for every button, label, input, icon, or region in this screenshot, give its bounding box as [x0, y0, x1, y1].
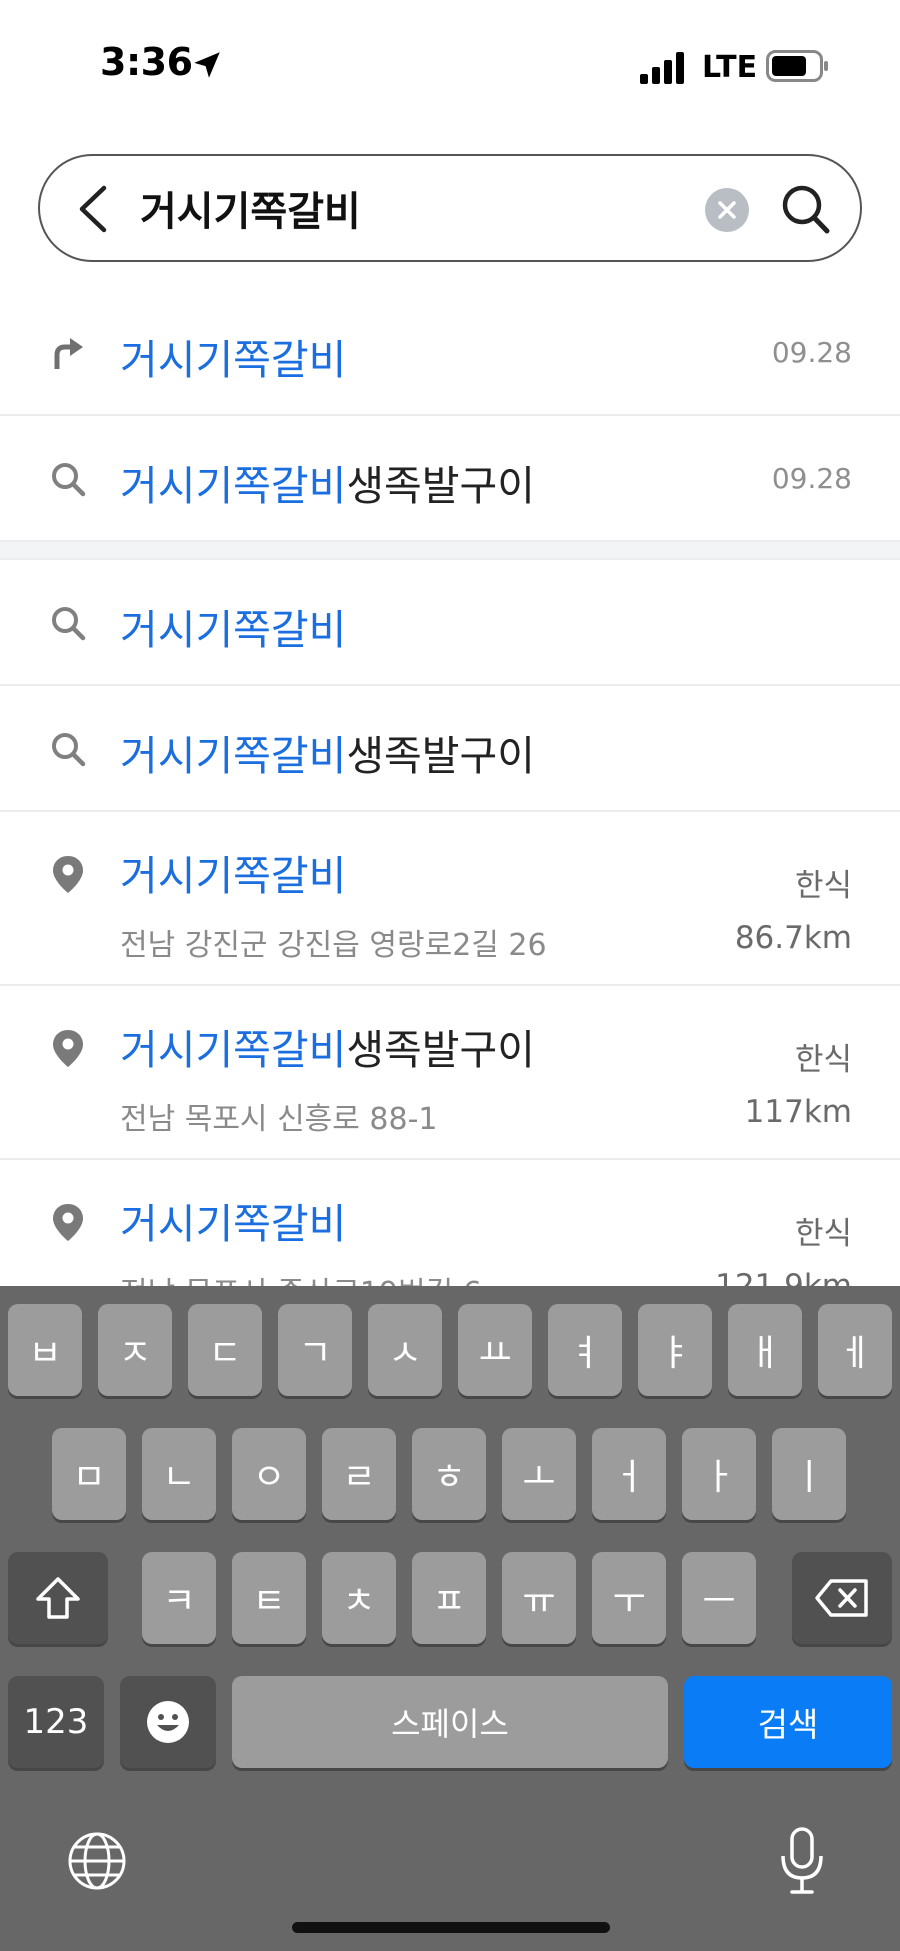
place-distance: 86.7km	[734, 920, 852, 956]
search-bar	[38, 154, 862, 262]
results-list: 거시기쪽갈비 09.28 거시기쪽갈비생족발구이 09.28 거시기쪽갈비 거시…	[0, 290, 900, 1334]
suggestion-title: 거시기쪽갈비	[120, 606, 347, 654]
shift-icon	[36, 1577, 80, 1619]
status-bar: 3:36 LTE	[0, 0, 900, 130]
key[interactable]: ㅎ	[412, 1428, 486, 1520]
key[interactable]: ㅂ	[8, 1304, 82, 1396]
suggestion-item[interactable]: 거시기쪽갈비	[0, 560, 900, 686]
key[interactable]: ㅏ	[682, 1428, 756, 1520]
backspace-icon	[815, 1579, 868, 1617]
place-category: 한식	[794, 1042, 852, 1078]
backspace-key[interactable]	[792, 1552, 892, 1644]
search-icon	[52, 463, 86, 497]
key[interactable]: ㄱ	[278, 1304, 352, 1396]
map-pin-icon	[53, 856, 83, 893]
key[interactable]: ㅌ	[232, 1552, 306, 1644]
search-icon	[52, 733, 86, 767]
emoji-icon	[147, 1701, 189, 1743]
key[interactable]: ㅡ	[682, 1552, 756, 1644]
place-address: 전남 목포시 신흥로 88-1	[120, 1102, 438, 1137]
network-type: LTE	[702, 50, 758, 85]
globe-icon[interactable]	[66, 1830, 128, 1892]
recent-title: 거시기쪽갈비	[120, 336, 347, 384]
back-chevron-icon[interactable]	[74, 184, 114, 234]
location-arrow-icon	[194, 52, 220, 78]
map-pin-icon	[53, 1030, 83, 1067]
search-return-key[interactable]: 검색	[684, 1676, 892, 1768]
home-indicator	[292, 1922, 610, 1933]
key[interactable]: ㅊ	[322, 1552, 396, 1644]
place-name: 거시기쪽갈비생족발구이	[120, 1026, 535, 1074]
place-category: 한식	[794, 1216, 852, 1252]
turn-right-arrow-icon	[54, 338, 83, 369]
key[interactable]: ㄴ	[142, 1428, 216, 1520]
recent-date: 09.28	[771, 336, 852, 369]
place-item[interactable]: 거시기쪽갈비생족발구이 전남 목포시 신흥로 88-1 한식 117km	[0, 986, 900, 1160]
recent-title: 거시기쪽갈비생족발구이	[120, 462, 535, 510]
place-name: 거시기쪽갈비	[120, 852, 347, 900]
key[interactable]: ㅇ	[232, 1428, 306, 1520]
key[interactable]: ㄷ	[188, 1304, 262, 1396]
recent-item[interactable]: 거시기쪽갈비 09.28	[0, 290, 900, 416]
space-key[interactable]: 스페이스	[232, 1676, 668, 1768]
status-time: 3:36	[100, 40, 193, 84]
section-divider	[0, 542, 900, 560]
map-pin-icon	[53, 1204, 83, 1241]
recent-date: 09.28	[771, 462, 852, 495]
key[interactable]: ㅛ	[458, 1304, 532, 1396]
place-distance: 117km	[744, 1094, 852, 1130]
key[interactable]: ㅠ	[502, 1552, 576, 1644]
key[interactable]: ㅓ	[592, 1428, 666, 1520]
keyboard: ㅂ ㅈ ㄷ ㄱ ㅅ ㅛ ㅕ ㅑ ㅐ ㅔ ㅁ ㄴ ㅇ ㄹ ㅎ ㅗ ㅓ ㅏ ㅣ ㅋ …	[0, 1286, 900, 1951]
key[interactable]: ㅗ	[502, 1428, 576, 1520]
numbers-key[interactable]: 123	[8, 1676, 104, 1768]
search-icon[interactable]	[780, 182, 832, 238]
key[interactable]: ㅍ	[412, 1552, 486, 1644]
place-item[interactable]: 거시기쪽갈비 전남 강진군 강진읍 영랑로2길 26 한식 86.7km	[0, 812, 900, 986]
search-input[interactable]	[140, 176, 700, 240]
clear-icon[interactable]	[705, 188, 749, 232]
battery-icon	[766, 50, 828, 82]
key[interactable]: ㅁ	[52, 1428, 126, 1520]
recent-item[interactable]: 거시기쪽갈비생족발구이 09.28	[0, 416, 900, 542]
cellular-signal-icon	[640, 52, 684, 84]
key[interactable]: ㅜ	[592, 1552, 666, 1644]
key[interactable]: ㅣ	[772, 1428, 846, 1520]
place-category: 한식	[794, 868, 852, 904]
suggestion-title: 거시기쪽갈비생족발구이	[120, 732, 535, 780]
emoji-key[interactable]	[120, 1676, 216, 1768]
shift-key[interactable]	[8, 1552, 108, 1644]
key[interactable]: ㅑ	[638, 1304, 712, 1396]
key[interactable]: ㅕ	[548, 1304, 622, 1396]
place-name: 거시기쪽갈비	[120, 1200, 347, 1248]
key[interactable]: ㅅ	[368, 1304, 442, 1396]
key[interactable]: ㅋ	[142, 1552, 216, 1644]
microphone-icon[interactable]	[778, 1826, 826, 1896]
key[interactable]: ㅔ	[818, 1304, 892, 1396]
key[interactable]: ㅐ	[728, 1304, 802, 1396]
suggestion-item[interactable]: 거시기쪽갈비생족발구이	[0, 686, 900, 812]
search-icon	[52, 607, 86, 641]
place-address: 전남 강진군 강진읍 영랑로2길 26	[120, 928, 547, 963]
key[interactable]: ㄹ	[322, 1428, 396, 1520]
key[interactable]: ㅈ	[98, 1304, 172, 1396]
